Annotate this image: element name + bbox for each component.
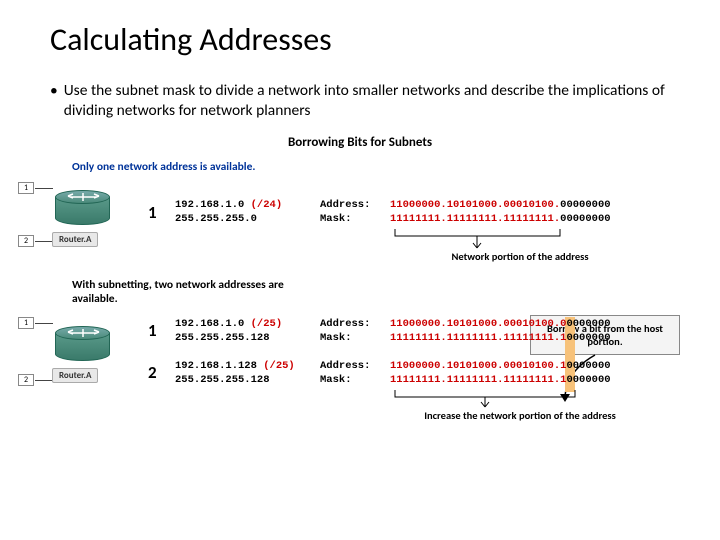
bin-labels-2b: Address: Mask: (320, 359, 370, 387)
port-2b: 2 (18, 374, 34, 386)
row-number-2b: 2 (148, 362, 157, 383)
caption-increase: Increase the network portion of the addr… (390, 409, 650, 422)
bin-values-2a: 11000000.10101000.00010100.00000000 1111… (390, 317, 611, 345)
router-icon (55, 190, 110, 230)
bin-values-1: 11000000.10101000.00010100.00000000 1111… (390, 198, 611, 226)
wire-2 (35, 241, 53, 242)
row-number-2a: 1 (148, 320, 157, 341)
section1-diagram: 1 2 Router.A 1 192.168.1.0 (/24) 255.255… (20, 180, 670, 270)
ip-block-2b: 192.168.1.128 (/25) 255.255.255.128 (175, 359, 295, 387)
router-label-b: Router.A (52, 368, 98, 383)
wire-1 (35, 188, 53, 189)
diagram-title: Borrowing Bits for Subnets (50, 135, 670, 150)
ip-block-1: 192.168.1.0 (/24) 255.255.255.0 (175, 198, 282, 226)
bin-values-2b: 11000000.10101000.00010100.10000000 1111… (390, 359, 611, 387)
page-title: Calculating Addresses (50, 20, 670, 59)
bullet-text: Use the subnet mask to divide a network … (50, 81, 670, 121)
section2-statement: With subnetting, two network addresses a… (72, 278, 670, 306)
section1-statement: Only one network address is available. (72, 160, 670, 174)
bin-labels-2a: Address: Mask: (320, 317, 370, 345)
caption-network-portion: Network portion of the address (420, 250, 620, 263)
router-label: Router.A (52, 232, 98, 247)
port-1: 1 (18, 182, 34, 194)
section2-diagram: 1 2 Router.A 1 192.168.1.0 (/25) 255.255… (20, 312, 670, 427)
bin-labels-1: Address: Mask: (320, 198, 370, 226)
port-2: 2 (18, 235, 34, 247)
router-icon-b (55, 326, 110, 366)
row-number-1: 1 (148, 202, 157, 223)
port-1b: 1 (18, 317, 34, 329)
ip-block-2a: 192.168.1.0 (/25) 255.255.255.128 (175, 317, 282, 345)
wire-1b (35, 323, 53, 324)
wire-2b (35, 380, 53, 381)
